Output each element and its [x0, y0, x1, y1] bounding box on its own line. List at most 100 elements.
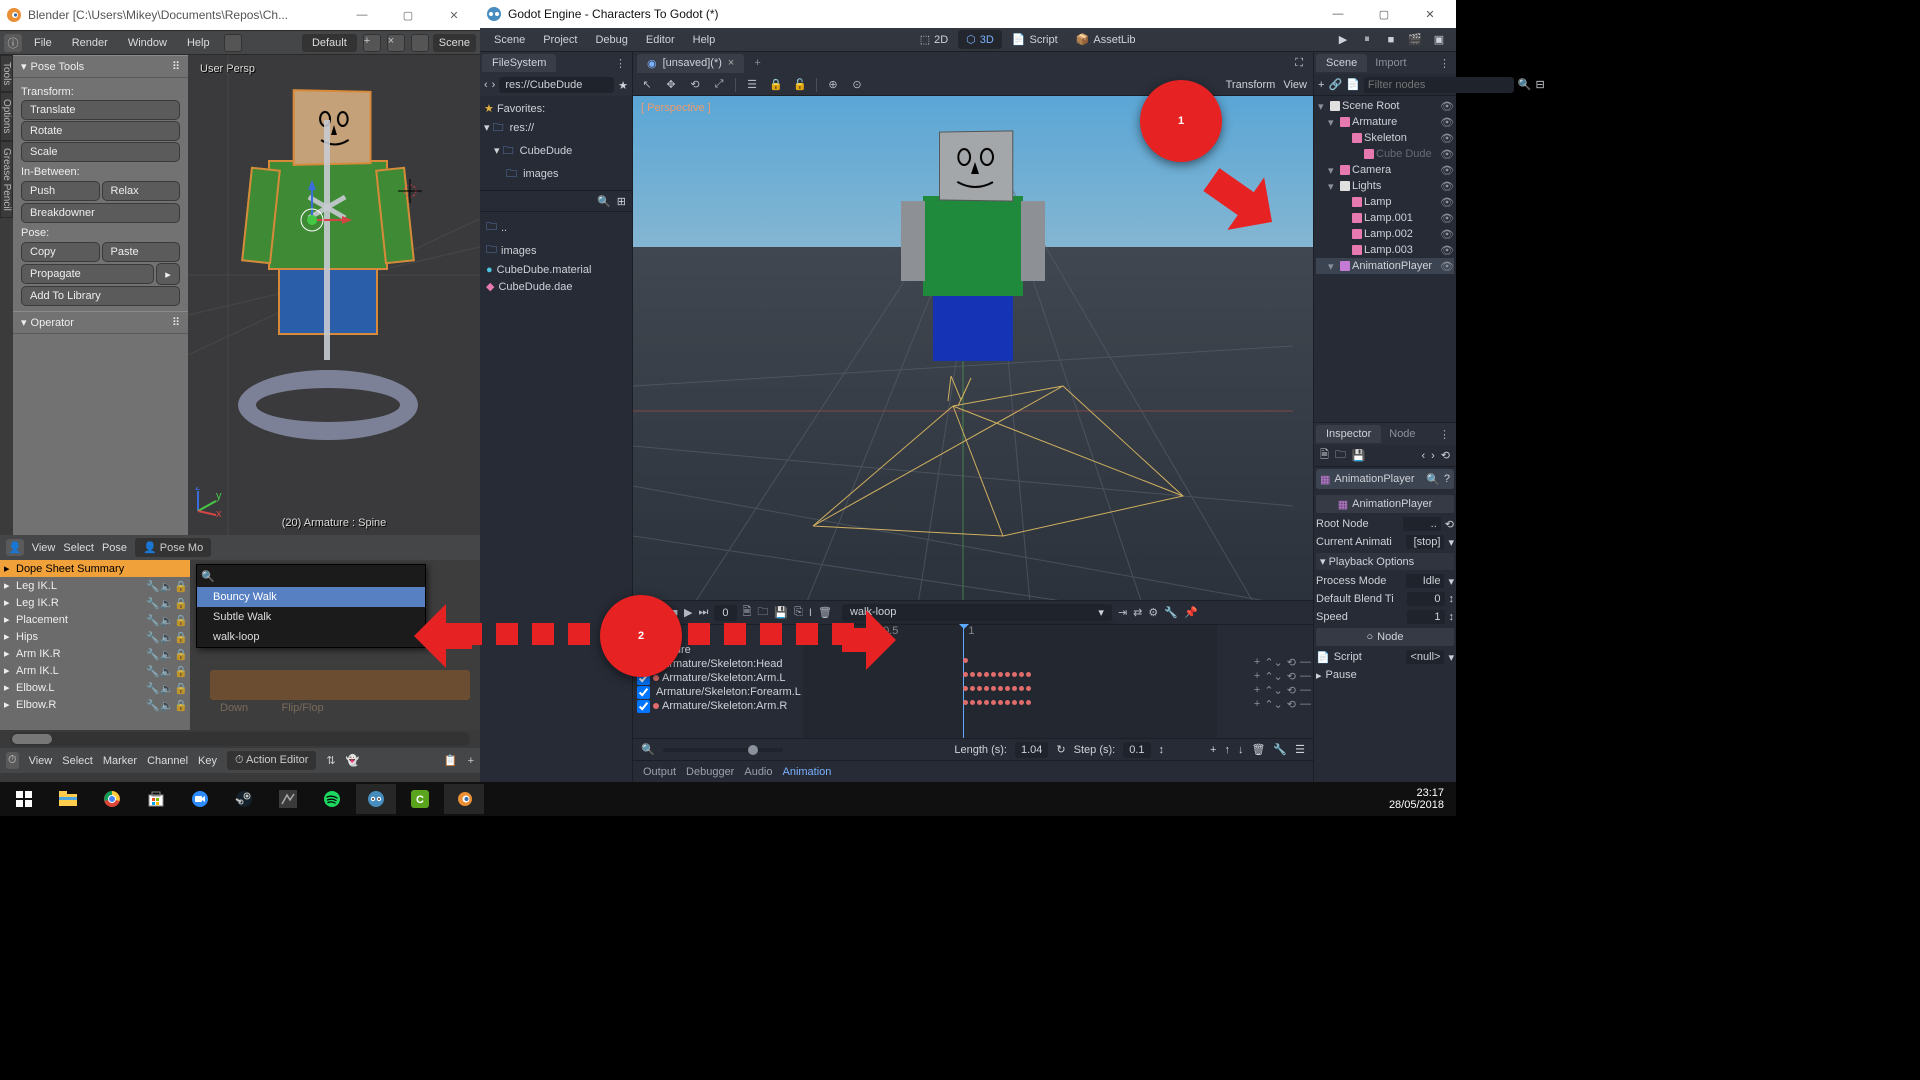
- tab-grease-pencil[interactable]: Grease Pencil: [0, 141, 13, 218]
- scale-icon[interactable]: ⤢: [711, 78, 727, 91]
- visibility-icon[interactable]: 👁: [1440, 260, 1454, 273]
- godot-3d-viewport[interactable]: [ Perspective ]: [633, 96, 1313, 600]
- blender-taskbar-icon[interactable]: [444, 784, 484, 814]
- system-tray[interactable]: 23:17 28/05/2018: [1381, 787, 1452, 811]
- tool-icon[interactable]: 🔧: [1164, 606, 1178, 619]
- list-icon[interactable]: ☰: [744, 78, 760, 91]
- push-button[interactable]: Push: [21, 181, 100, 201]
- play-fwd-icon[interactable]: ▶: [684, 606, 692, 619]
- channel-list[interactable]: ▸Dope Sheet Summary ▸Leg IK.L🔧🔈🔒 ▸Leg IK…: [0, 560, 190, 730]
- play-scene-icon[interactable]: 🎬: [1404, 33, 1426, 46]
- action-prev-icon[interactable]: ⇅: [326, 754, 335, 767]
- favorite-icon[interactable]: ★: [618, 79, 628, 92]
- current-time[interactable]: 0: [714, 605, 736, 621]
- close-icon[interactable]: ×: [728, 57, 734, 69]
- menu-channel[interactable]: Channel: [147, 755, 188, 767]
- track-up-icon[interactable]: ↑: [1224, 744, 1230, 756]
- cursor-step-icon[interactable]: ↕: [1159, 744, 1165, 756]
- scene-node[interactable]: Lamp👁: [1316, 194, 1454, 210]
- menu-editor[interactable]: Editor: [638, 31, 683, 49]
- action-new-icon[interactable]: +: [468, 755, 474, 767]
- tab-output[interactable]: Output: [643, 766, 676, 778]
- view-2d[interactable]: ⬚ 2D: [912, 30, 956, 49]
- tab-audio[interactable]: Audio: [744, 766, 772, 778]
- menu-file[interactable]: File: [26, 34, 60, 52]
- minimize-button[interactable]: —: [342, 2, 382, 28]
- godot-taskbar-icon[interactable]: [356, 784, 396, 814]
- visibility-icon[interactable]: 👁: [1440, 116, 1454, 129]
- add-to-library-button[interactable]: Add To Library: [21, 286, 180, 306]
- visibility-icon[interactable]: 👁: [1440, 164, 1454, 177]
- menu-help[interactable]: Help: [179, 34, 218, 52]
- action-search-input[interactable]: [219, 567, 421, 585]
- resource-new-icon[interactable]: 🗎: [1320, 446, 1329, 465]
- camtasia-icon[interactable]: C: [400, 784, 440, 814]
- store-icon[interactable]: [136, 784, 176, 814]
- play-icon[interactable]: ▶: [1332, 33, 1354, 46]
- menu-pose[interactable]: Pose: [102, 542, 127, 554]
- menu-marker[interactable]: Marker: [103, 755, 137, 767]
- menu-key[interactable]: Key: [198, 755, 217, 767]
- info-icon[interactable]: ⓘ: [4, 34, 22, 52]
- rotate-icon[interactable]: ⟲: [687, 78, 703, 91]
- chrome-icon[interactable]: [92, 784, 132, 814]
- local-icon[interactable]: ⊕: [825, 78, 841, 91]
- scene-node[interactable]: Skeleton👁: [1316, 130, 1454, 146]
- steam-icon[interactable]: [224, 784, 264, 814]
- anim-dup-icon[interactable]: ⎘: [794, 606, 803, 619]
- action-editor-dropdown[interactable]: ⏱ Action Editor: [227, 751, 316, 770]
- action-browse-icon[interactable]: 📋: [444, 754, 458, 767]
- windows-taskbar[interactable]: C 23:17 28/05/2018: [0, 782, 1456, 816]
- layout-dropdown[interactable]: Default: [302, 34, 357, 52]
- blender-titlebar[interactable]: Blender [C:\Users\Mikey\Documents\Repos\…: [0, 0, 480, 30]
- app-icon[interactable]: [268, 784, 308, 814]
- pin-icon[interactable]: 📌: [1184, 606, 1198, 619]
- menu-render[interactable]: Render: [64, 34, 116, 52]
- add-node-icon[interactable]: +: [1318, 79, 1324, 91]
- fs-back-icon[interactable]: ‹: [484, 79, 488, 91]
- spotify-icon[interactable]: [312, 784, 352, 814]
- scene-tree[interactable]: ▾Scene Root👁▾Armature👁Skeleton👁Cube Dude…: [1314, 96, 1456, 422]
- seek-end-icon[interactable]: ⏭: [699, 606, 709, 619]
- pose-mode-dropdown[interactable]: 👤 Pose Mo: [135, 538, 211, 557]
- menu-project[interactable]: Project: [535, 31, 585, 49]
- close-button[interactable]: ✕: [434, 2, 474, 28]
- search-icon[interactable]: 🔍: [597, 195, 611, 208]
- dock-menu-icon[interactable]: ⋮: [1433, 57, 1456, 70]
- track-down-icon[interactable]: ↓: [1238, 744, 1244, 756]
- pause-icon[interactable]: ⏸: [1356, 33, 1378, 46]
- view-3d[interactable]: ⬡ 3D: [958, 30, 1002, 49]
- copy-button[interactable]: Copy: [21, 242, 100, 262]
- menu-debug[interactable]: Debug: [587, 31, 635, 49]
- menu-view[interactable]: View: [32, 542, 56, 554]
- instance-icon[interactable]: 🔗: [1328, 78, 1342, 91]
- zoom-icon[interactable]: [180, 784, 220, 814]
- unlock-icon[interactable]: 🔓: [792, 78, 808, 91]
- scene-node[interactable]: ▾Armature👁: [1316, 114, 1454, 130]
- del-layout-icon[interactable]: ×: [387, 34, 405, 52]
- anim-rename-icon[interactable]: I: [809, 607, 812, 619]
- back-to-prev-icon[interactable]: [224, 34, 242, 52]
- scene-node[interactable]: ▾Camera👁: [1316, 162, 1454, 178]
- history-fwd-icon[interactable]: ›: [1431, 450, 1435, 462]
- move-icon[interactable]: ✥: [663, 78, 679, 91]
- collapse-icon[interactable]: ⊟: [1536, 78, 1545, 91]
- track-tools-icon[interactable]: 🔧: [1273, 743, 1287, 756]
- view-script[interactable]: 📄 Script: [1004, 30, 1066, 49]
- menu-scene[interactable]: Scene: [486, 31, 533, 49]
- zoom-slider[interactable]: [663, 748, 783, 752]
- fs-path[interactable]: res://CubeDude: [499, 77, 614, 93]
- start-button[interactable]: [4, 784, 44, 814]
- timeline-scrollbar[interactable]: [10, 732, 470, 746]
- script-icon[interactable]: 📄: [1346, 78, 1360, 91]
- history-back-icon[interactable]: ‹: [1421, 450, 1425, 462]
- fs-tree[interactable]: ★ Favorites: ▾ 🗀 res:// ▾ 🗀 CubeDude 🗀 i…: [480, 96, 632, 190]
- tab-inspector[interactable]: Inspector: [1316, 425, 1381, 443]
- scene-node[interactable]: ▾Lights👁: [1316, 178, 1454, 194]
- breakdowner-button[interactable]: Breakdowner: [21, 203, 180, 223]
- propagate-button[interactable]: Propagate: [21, 264, 154, 284]
- track-opts-icon[interactable]: ☰: [1295, 743, 1305, 756]
- track-add-icon[interactable]: +: [1210, 744, 1216, 756]
- autoplay-icon[interactable]: ⇥: [1118, 606, 1127, 619]
- scene-tab-unsaved[interactable]: ◉[unsaved](*)×: [637, 54, 744, 73]
